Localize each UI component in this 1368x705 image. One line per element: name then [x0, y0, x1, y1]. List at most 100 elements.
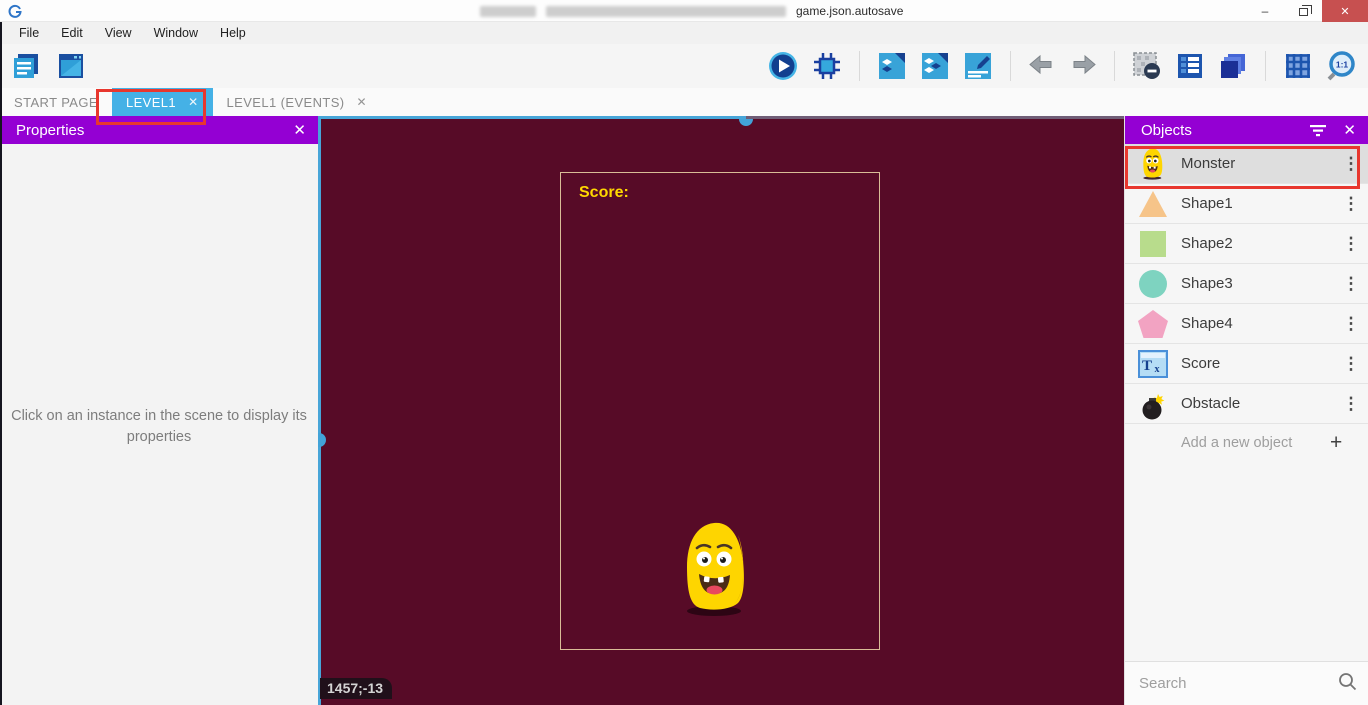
object-label: Obstacle: [1181, 395, 1334, 412]
objects-panel: Objects ✕: [1124, 116, 1368, 705]
object-label: Score: [1181, 355, 1334, 372]
tab-label: LEVEL1 (EVENTS): [227, 95, 345, 110]
object-row-score[interactable]: T x Score ⋮: [1125, 344, 1368, 384]
layers-stack-icon[interactable]: [1218, 51, 1248, 81]
instances-list-icon[interactable]: [920, 51, 950, 81]
object-row-shape4[interactable]: Shape4 ⋮: [1125, 304, 1368, 344]
window-title: game.json.autosave: [480, 0, 903, 22]
object-menu-dots-icon[interactable]: ⋮: [1334, 274, 1368, 294]
minimize-button[interactable]: –: [1246, 0, 1284, 22]
object-row-monster[interactable]: Monster ⋮: [1125, 144, 1368, 184]
title-bar: game.json.autosave – ✕: [0, 0, 1368, 22]
circle-icon: [1125, 269, 1181, 299]
monster-icon: [1125, 148, 1181, 180]
filter-icon[interactable]: [1309, 123, 1327, 137]
svg-text:x: x: [1155, 364, 1160, 375]
menu-bar: File Edit View Window Help: [0, 22, 1368, 44]
vertical-scrollbar[interactable]: [318, 116, 321, 705]
triangle-icon: [1125, 189, 1181, 219]
tab-bar: START PAGE LEVEL1 ✕ LEVEL1 (EVENTS) ✕: [0, 88, 1368, 116]
window-title-text: game.json.autosave: [796, 4, 903, 18]
object-row-shape1[interactable]: Shape1 ⋮: [1125, 184, 1368, 224]
menu-window[interactable]: Window: [143, 22, 209, 44]
debug-icon[interactable]: [812, 51, 842, 81]
object-menu-dots-icon[interactable]: ⋮: [1334, 194, 1368, 214]
grid-icon[interactable]: [1283, 51, 1313, 81]
close-button[interactable]: ✕: [1322, 0, 1368, 22]
pentagon-icon: [1125, 309, 1181, 339]
svg-text:T: T: [1142, 358, 1152, 374]
restore-button[interactable]: [1284, 0, 1322, 22]
menu-view[interactable]: View: [94, 22, 143, 44]
object-label: Shape2: [1181, 235, 1334, 252]
object-label: Shape1: [1181, 195, 1334, 212]
search-input[interactable]: [1139, 675, 1338, 692]
horizontal-scroll-thumb[interactable]: [739, 119, 753, 126]
object-label: Shape3: [1181, 275, 1334, 292]
tab-close-icon[interactable]: ✕: [357, 95, 367, 109]
tab-close-icon[interactable]: ✕: [188, 95, 198, 109]
objects-search-box[interactable]: [1125, 661, 1368, 705]
horizontal-scrollbar[interactable]: [318, 116, 746, 119]
menu-file[interactable]: File: [8, 22, 50, 44]
layers-list-icon[interactable]: [1175, 51, 1205, 81]
menu-edit[interactable]: Edit: [50, 22, 94, 44]
properties-empty-message: Click on an instance in the scene to dis…: [9, 406, 309, 448]
object-label: Monster: [1181, 155, 1334, 172]
object-label: Shape4: [1181, 315, 1334, 332]
score-text-object[interactable]: Score:: [579, 184, 629, 202]
window-left-border: [0, 22, 2, 705]
edit-scene-icon[interactable]: [963, 51, 993, 81]
add-object-icon[interactable]: [877, 51, 907, 81]
object-menu-dots-icon[interactable]: ⋮: [1334, 234, 1368, 254]
toolbar-separator: [1114, 51, 1115, 81]
add-new-object-label: Add a new object: [1125, 435, 1330, 451]
toolbar-separator: [1265, 51, 1266, 81]
object-row-shape2[interactable]: Shape2 ⋮: [1125, 224, 1368, 264]
tab-level1-events[interactable]: LEVEL1 (EVENTS) ✕: [213, 88, 381, 116]
bomb-icon: [1125, 388, 1181, 420]
object-menu-dots-icon[interactable]: ⋮: [1334, 154, 1368, 174]
project-manager-icon[interactable]: [10, 50, 42, 82]
objects-panel-title: Objects: [1141, 122, 1309, 139]
object-row-shape3[interactable]: Shape3 ⋮: [1125, 264, 1368, 304]
scene-canvas[interactable]: Score: 1457;-13: [318, 116, 1124, 705]
redacted-text-block: [546, 6, 786, 17]
restore-icon: [1299, 8, 1308, 16]
monster-sprite[interactable]: [683, 521, 749, 622]
mask-render-icon[interactable]: [1132, 51, 1162, 81]
zoom-1-1-icon[interactable]: 1:1: [1326, 50, 1358, 82]
tab-label: LEVEL1: [126, 95, 176, 110]
play-icon[interactable]: [767, 50, 799, 82]
properties-panel-title: Properties: [16, 122, 283, 139]
object-menu-dots-icon[interactable]: ⋮: [1334, 314, 1368, 334]
gdevelop-logo-icon: [8, 4, 22, 18]
close-icon[interactable]: ✕: [293, 121, 306, 139]
tab-level1[interactable]: LEVEL1 ✕: [112, 88, 213, 116]
svg-text:1:1: 1:1: [1336, 60, 1349, 70]
toolbar-separator: [859, 51, 860, 81]
close-icon[interactable]: ✕: [1343, 121, 1356, 139]
objects-list: Monster ⋮ Shape1 ⋮ Shape2 ⋮: [1125, 144, 1368, 661]
toolbar-separator: [1010, 51, 1011, 81]
object-row-obstacle[interactable]: Obstacle ⋮: [1125, 384, 1368, 424]
redo-icon[interactable]: [1069, 54, 1097, 78]
tab-start-page[interactable]: START PAGE: [0, 88, 112, 116]
object-menu-dots-icon[interactable]: ⋮: [1334, 394, 1368, 414]
tab-label: START PAGE: [14, 95, 98, 110]
menu-help[interactable]: Help: [209, 22, 257, 44]
object-menu-dots-icon[interactable]: ⋮: [1334, 354, 1368, 374]
horizontal-scrollbar-track[interactable]: [746, 116, 1124, 119]
scene-editor-icon[interactable]: [55, 50, 87, 82]
cursor-coordinates: 1457;-13: [320, 678, 392, 699]
vertical-scroll-thumb[interactable]: [318, 433, 326, 447]
square-icon: [1125, 229, 1181, 259]
redacted-text-block: [480, 6, 536, 17]
toolbar: 1:1: [0, 44, 1368, 88]
plus-icon: +: [1330, 431, 1368, 455]
search-icon[interactable]: [1338, 672, 1357, 696]
add-new-object-button[interactable]: Add a new object +: [1125, 424, 1368, 461]
text-object-icon: T x: [1125, 350, 1181, 378]
properties-panel: Properties ✕ Click on an instance in the…: [0, 116, 318, 705]
undo-icon[interactable]: [1028, 54, 1056, 78]
